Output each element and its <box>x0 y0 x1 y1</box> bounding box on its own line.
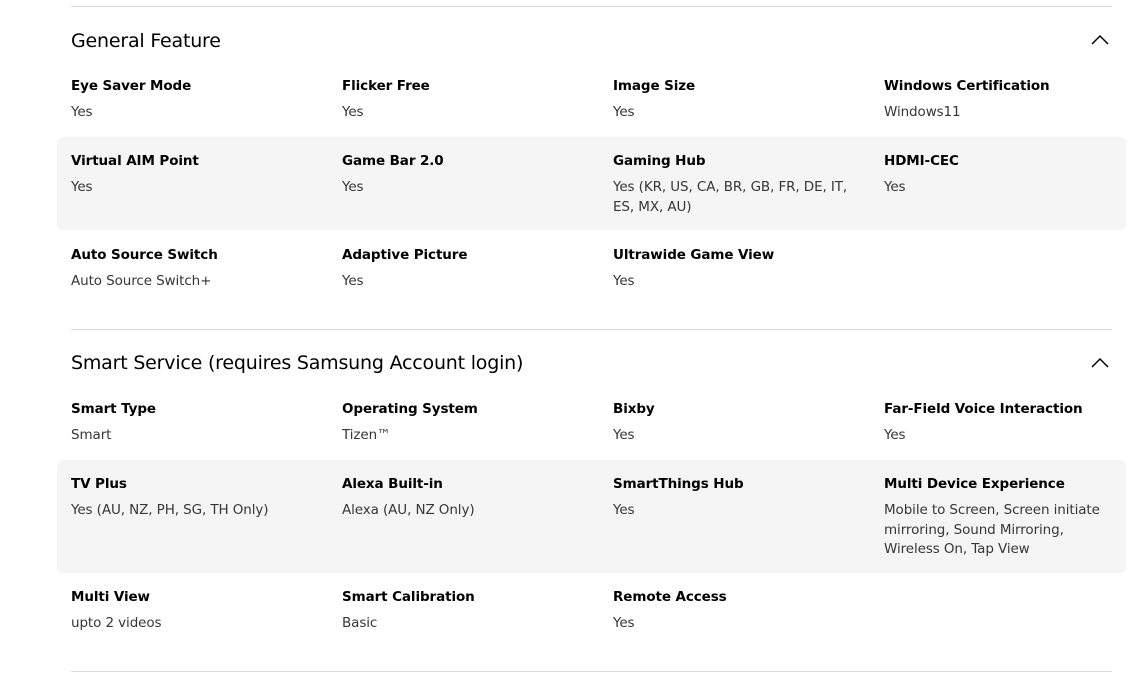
spec-item: Image Size Yes <box>613 77 863 123</box>
spec-value: Basic <box>342 615 378 631</box>
spec-value: Tizen™ <box>342 427 391 443</box>
spec-item: Multi View upto 2 videos <box>71 588 321 634</box>
spec-value: Yes <box>613 427 635 443</box>
spec-value: Yes (KR, US, CA, BR, GB, FR, DE, IT, ES,… <box>613 179 848 215</box>
spec-label: Eye Saver Mode <box>71 78 192 94</box>
section-divider <box>71 6 1112 7</box>
spec-item: Operating System Tizen™ <box>342 400 592 446</box>
spec-value: Yes <box>342 179 364 195</box>
section-divider <box>71 329 1112 330</box>
spec-item: Windows Certification Windows11 <box>884 77 1132 123</box>
spec-value: Yes <box>342 273 364 289</box>
spec-value: Yes <box>613 104 635 120</box>
spec-item: Multi Device Experience Mobile to Screen… <box>884 475 1109 560</box>
spec-label: Gaming Hub <box>613 153 706 169</box>
spec-item: SmartThings Hub Yes <box>613 475 863 521</box>
spec-label: Bixby <box>613 401 655 417</box>
spec-value: Windows11 <box>884 104 961 120</box>
spec-label: Adaptive Picture <box>342 247 468 263</box>
spec-label: Virtual AIM Point <box>71 153 199 169</box>
spec-value: Mobile to Screen, Screen initiate mirror… <box>884 502 1100 557</box>
spec-item: Auto Source Switch Auto Source Switch+ <box>71 246 321 292</box>
spec-label: Windows Certification <box>884 78 1050 94</box>
spec-item: Smart Type Smart <box>71 400 321 446</box>
spec-item: TV Plus Yes (AU, NZ, PH, SG, TH Only) <box>71 475 321 521</box>
spec-label: Smart Type <box>71 401 156 417</box>
spec-item: Virtual AIM Point Yes <box>71 152 321 198</box>
spec-value: Yes <box>71 179 93 195</box>
spec-item: Ultrawide Game View Yes <box>613 246 863 292</box>
spec-item: Game Bar 2.0 Yes <box>342 152 592 198</box>
spec-value: Yes <box>342 104 364 120</box>
chevron-up-icon[interactable] <box>1090 34 1110 46</box>
spec-label: Alexa Built-in <box>342 476 443 492</box>
section-divider <box>71 671 1112 672</box>
spec-value: Yes <box>884 427 906 443</box>
spec-label: SmartThings Hub <box>613 476 744 492</box>
spec-label: Flicker Free <box>342 78 430 94</box>
spec-value: Yes <box>613 615 635 631</box>
spec-value: Auto Source Switch+ <box>71 273 212 289</box>
spec-value: Yes <box>613 273 635 289</box>
spec-label: Remote Access <box>613 589 727 605</box>
spec-label: Image Size <box>613 78 696 94</box>
spec-label: Operating System <box>342 401 478 417</box>
spec-value: Smart <box>71 427 112 443</box>
spec-item: Gaming Hub Yes (KR, US, CA, BR, GB, FR, … <box>613 152 848 217</box>
spec-item: Flicker Free Yes <box>342 77 592 123</box>
chevron-up-icon[interactable] <box>1090 357 1110 369</box>
spec-value: Yes <box>71 104 93 120</box>
spec-item: Far-Field Voice Interaction Yes <box>884 400 1132 446</box>
spec-item: Remote Access Yes <box>613 588 863 634</box>
spec-label: Game Bar 2.0 <box>342 153 444 169</box>
spec-label: Far-Field Voice Interaction <box>884 401 1083 417</box>
spec-value: Yes (AU, NZ, PH, SG, TH Only) <box>71 502 269 518</box>
spec-item: HDMI-CEC Yes <box>884 152 1132 198</box>
spec-label: Auto Source Switch <box>71 247 218 263</box>
spec-value: upto 2 videos <box>71 615 162 631</box>
spec-value: Yes <box>613 502 635 518</box>
spec-label: TV Plus <box>71 476 127 492</box>
section-title-general-feature[interactable]: General Feature <box>71 29 221 53</box>
spec-value: Yes <box>884 179 906 195</box>
spec-label: Ultrawide Game View <box>613 247 775 263</box>
spec-item: Smart Calibration Basic <box>342 588 592 634</box>
section-title-smart-service[interactable]: Smart Service (requires Samsung Account … <box>71 351 523 375</box>
spec-item: Adaptive Picture Yes <box>342 246 592 292</box>
spec-label: HDMI-CEC <box>884 153 959 169</box>
spec-label: Smart Calibration <box>342 589 475 605</box>
spec-value: Alexa (AU, NZ Only) <box>342 502 475 518</box>
spec-item: Eye Saver Mode Yes <box>71 77 321 123</box>
spec-item: Alexa Built-in Alexa (AU, NZ Only) <box>342 475 592 521</box>
spec-label: Multi View <box>71 589 150 605</box>
spec-label: Multi Device Experience <box>884 476 1065 492</box>
spec-item: Bixby Yes <box>613 400 863 446</box>
